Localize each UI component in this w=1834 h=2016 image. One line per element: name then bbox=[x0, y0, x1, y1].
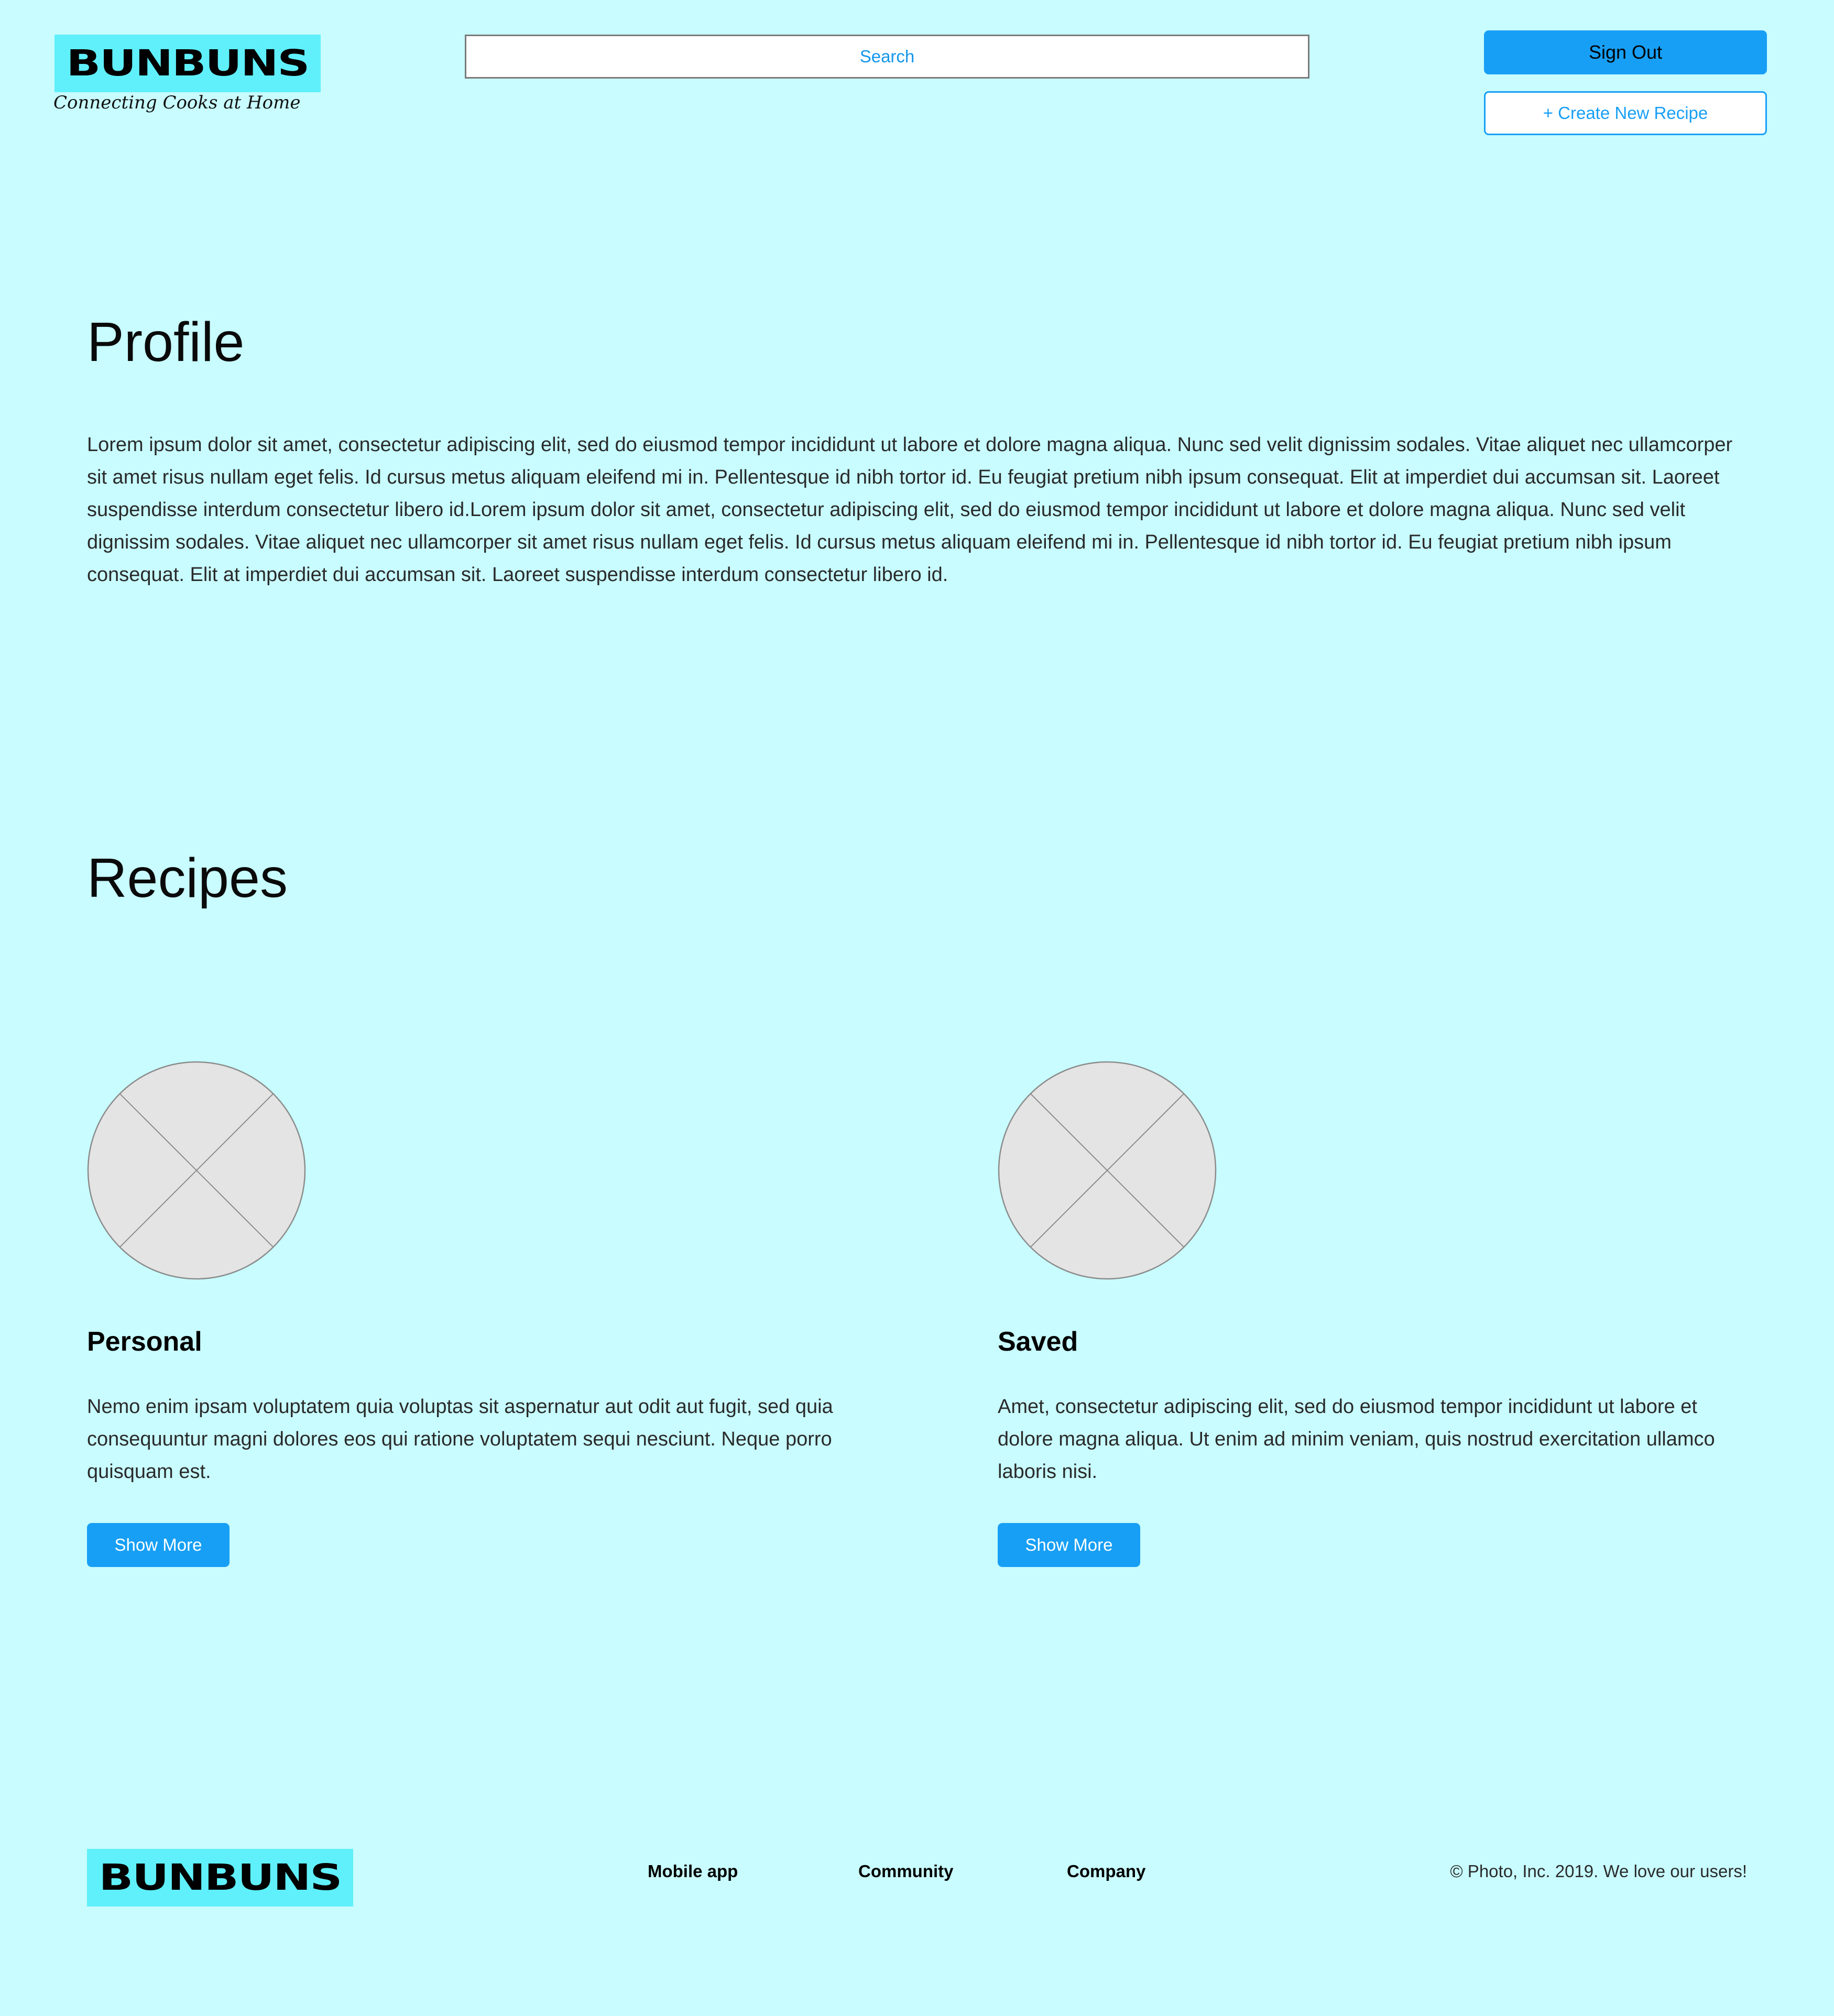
show-more-saved-button[interactable]: Show More bbox=[998, 1523, 1140, 1567]
logo-text: BUNBUNS bbox=[66, 42, 310, 84]
card-description: Nemo enim ipsam voluptatem quia voluptas… bbox=[87, 1396, 833, 1483]
footer-link-mobile-app[interactable]: Mobile app bbox=[648, 1861, 738, 1881]
tagline: Connecting Cooks at Home bbox=[53, 92, 301, 113]
image-placeholder-icon bbox=[998, 1061, 1217, 1280]
footer-link-company[interactable]: Company bbox=[1067, 1861, 1145, 1881]
header-logo[interactable]: BUNBUNS bbox=[54, 35, 321, 92]
image-placeholder-icon bbox=[87, 1061, 306, 1280]
card-title: Personal bbox=[87, 1327, 202, 1357]
card-description: Amet, consectetur adipiscing elit, sed d… bbox=[998, 1396, 1715, 1483]
card-title: Saved bbox=[998, 1327, 1078, 1357]
recipe-card-personal: Personal Nemo enim ipsam voluptatem quia… bbox=[87, 1061, 863, 1567]
show-more-personal-button[interactable]: Show More bbox=[87, 1523, 230, 1567]
logo-text: BUNBUNS bbox=[99, 1857, 343, 1899]
footer-logo[interactable]: BUNBUNS bbox=[87, 1849, 353, 1907]
recipes-heading: Recipes bbox=[87, 847, 288, 909]
copyright-text: © Photo, Inc. 2019. We love our users! bbox=[1450, 1861, 1747, 1881]
footer-link-community[interactable]: Community bbox=[858, 1861, 954, 1881]
recipe-card-saved: Saved Amet, consectetur adipiscing elit,… bbox=[998, 1061, 1773, 1567]
create-new-recipe-button[interactable]: + Create New Recipe bbox=[1484, 91, 1767, 135]
profile-description: Lorem ipsum dolor sit amet, consectetur … bbox=[87, 434, 1733, 586]
search-input[interactable] bbox=[465, 35, 1309, 79]
sign-out-button[interactable]: Sign Out bbox=[1484, 30, 1767, 74]
profile-heading: Profile bbox=[87, 311, 245, 373]
